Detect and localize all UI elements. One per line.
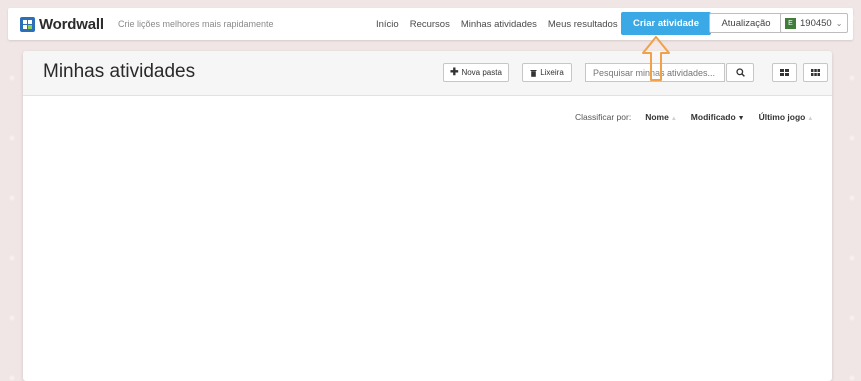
annotation-arrow-up-icon: [642, 36, 670, 81]
page-title: Minhas atividades: [43, 61, 196, 82]
sort-bar: Classificar por: Nome ▲ Modificado ▼ Últim…: [575, 112, 813, 122]
nav-minhas-atividades[interactable]: Minhas atividades: [461, 19, 537, 30]
top-navigation-bar: Wordwall Crie lições melhores mais rapid…: [8, 8, 853, 40]
compact-view-button[interactable]: [803, 63, 828, 82]
create-activity-button[interactable]: Criar atividade: [621, 12, 711, 35]
wordwall-logo[interactable]: Wordwall: [20, 16, 104, 33]
search-button[interactable]: [726, 63, 754, 82]
sort-by-last-played[interactable]: Último jogo ▲: [759, 112, 814, 122]
activities-panel: Minhas atividades ✚ Nova pasta Lixeira P…: [23, 51, 832, 381]
new-folder-label: Nova pasta: [461, 68, 502, 77]
logo-text: Wordwall: [39, 16, 104, 33]
update-button[interactable]: Atualização: [709, 13, 783, 33]
sort-caret-icon: ▲: [807, 116, 814, 122]
nav-meus-resultados[interactable]: Meus resultados: [548, 19, 618, 30]
nav-inicio[interactable]: Início: [376, 19, 399, 30]
logo-icon: [20, 17, 35, 32]
search-icon: [735, 68, 745, 77]
panel-header: Minhas atividades ✚ Nova pasta Lixeira: [23, 51, 832, 96]
grid-view-button[interactable]: [772, 63, 797, 82]
avatar: E: [785, 17, 796, 29]
trash-label: Lixeira: [540, 68, 564, 77]
new-folder-button[interactable]: ✚ Nova pasta: [443, 63, 509, 82]
sort-caret-icon: ▲: [670, 116, 677, 122]
chevron-down-icon: ⌄: [835, 18, 843, 28]
nav-recursos[interactable]: Recursos: [410, 19, 450, 30]
sort-name-label: Nome: [645, 112, 669, 122]
trash-button[interactable]: Lixeira: [522, 63, 572, 82]
account-menu-button[interactable]: E 190450 ⌄: [780, 13, 848, 33]
trash-icon: [530, 69, 537, 77]
grid-view-icon: [780, 69, 789, 76]
sort-last-played-label: Último jogo: [758, 112, 806, 122]
sort-by-modified[interactable]: Modificado ▼: [691, 112, 745, 122]
plus-icon: ✚: [450, 67, 459, 78]
sort-label: Classificar por:: [575, 112, 632, 122]
tagline: Crie lições melhores mais rapidamente: [118, 19, 274, 29]
caret-down-icon: ▼: [737, 115, 745, 122]
account-id: 190450: [800, 17, 832, 29]
sort-modified-label: Modificado: [690, 112, 736, 122]
tiles-view-icon: [811, 69, 820, 76]
sort-by-name[interactable]: Nome ▲: [645, 112, 677, 122]
main-nav: Início Recursos Minhas atividades Meus r…: [376, 19, 618, 30]
